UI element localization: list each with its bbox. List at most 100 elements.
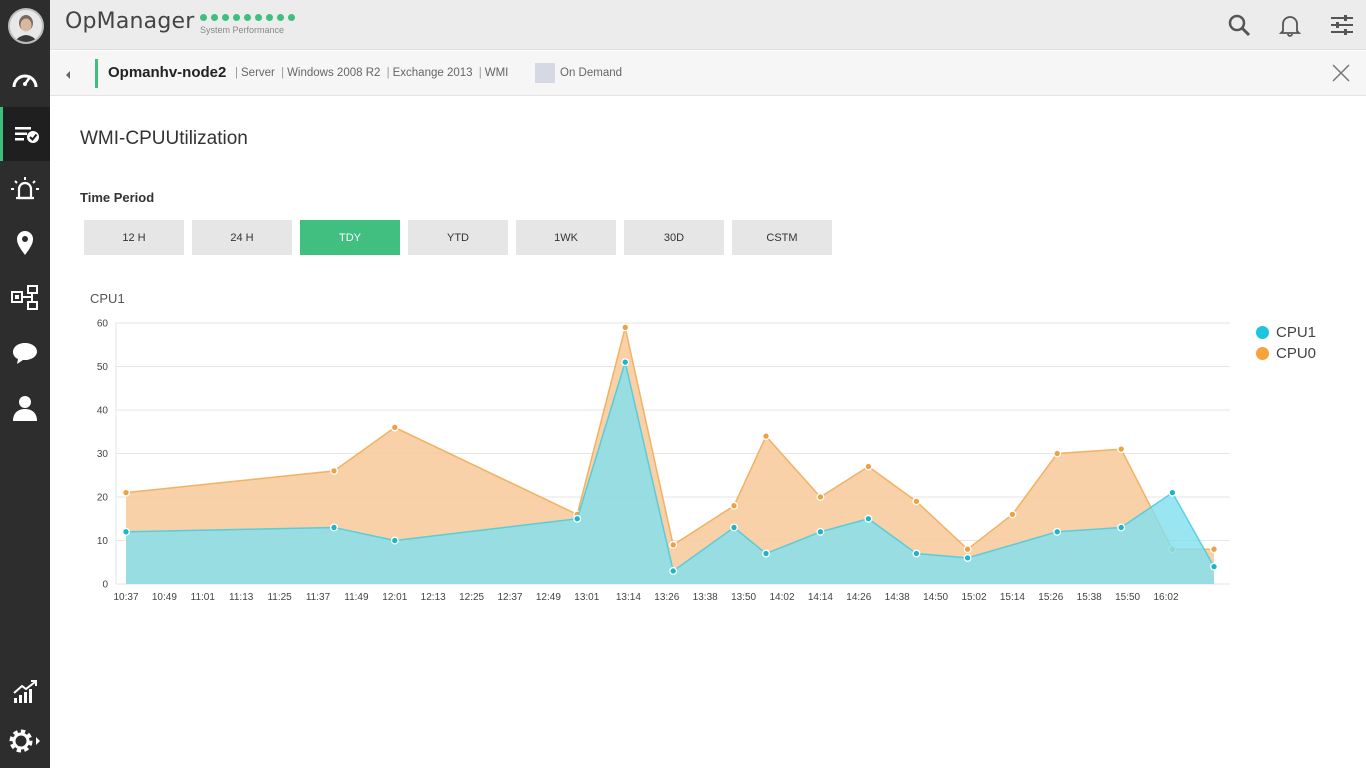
y-tick-label: 40 bbox=[97, 406, 109, 417]
x-tick-label: 14:26 bbox=[846, 592, 871, 603]
status-dot bbox=[277, 14, 284, 21]
nav-alarms[interactable] bbox=[0, 162, 50, 216]
period-30d-button[interactable]: 30D bbox=[624, 220, 724, 255]
x-tick-label: 13:01 bbox=[574, 592, 599, 603]
app-title[interactable]: OpManager bbox=[65, 9, 195, 34]
chat-icon bbox=[13, 343, 37, 364]
separator: | bbox=[478, 67, 482, 79]
data-point-cpu0 bbox=[730, 501, 738, 510]
data-point-cpu1 bbox=[816, 527, 825, 536]
separator: | bbox=[235, 67, 238, 79]
user-icon bbox=[13, 396, 37, 421]
data-point-cpu1 bbox=[1053, 527, 1062, 536]
settings-gear-icon bbox=[9, 729, 40, 753]
close-icon bbox=[1332, 64, 1350, 82]
legend-label-cpu1: CPU1 bbox=[1276, 324, 1317, 341]
legend-label-cpu0: CPU0 bbox=[1276, 345, 1317, 362]
legend-item-cpu0[interactable]: CPU0 bbox=[1256, 343, 1316, 364]
x-tick-label: 15:14 bbox=[1000, 592, 1025, 603]
y-tick-label: 10 bbox=[97, 536, 109, 547]
caret-left-icon bbox=[66, 71, 70, 79]
y-tick-label: 20 bbox=[97, 493, 109, 504]
data-point-cpu1 bbox=[963, 553, 972, 562]
y-tick-label: 30 bbox=[97, 449, 109, 460]
data-point-cpu1 bbox=[573, 514, 582, 523]
period-today-button[interactable]: TDY bbox=[300, 220, 400, 255]
device-name[interactable]: Opmanhv-node2 bbox=[108, 64, 226, 81]
period-1wk-button[interactable]: 1WK bbox=[516, 220, 616, 255]
device-os: Windows 2008 R2 bbox=[287, 67, 381, 79]
nav-inventory[interactable] bbox=[0, 107, 50, 161]
x-tick-label: 15:38 bbox=[1077, 592, 1102, 603]
data-point-cpu0 bbox=[1053, 449, 1062, 458]
nav-dashboard[interactable] bbox=[0, 52, 50, 106]
user-avatar[interactable] bbox=[8, 8, 44, 44]
x-tick-label: 12:01 bbox=[382, 592, 407, 603]
nav-settings[interactable] bbox=[0, 714, 50, 768]
nav-maps[interactable] bbox=[0, 216, 50, 270]
status-dot bbox=[211, 14, 218, 21]
nav-workflow[interactable] bbox=[0, 271, 50, 325]
notifications-button[interactable] bbox=[1278, 13, 1302, 37]
data-point-cpu1 bbox=[669, 567, 678, 575]
y-tick-label: 50 bbox=[97, 362, 109, 373]
data-point-cpu1 bbox=[122, 527, 130, 536]
sliders-icon bbox=[1331, 15, 1353, 35]
maps-location-icon bbox=[17, 231, 33, 255]
chart-legend: CPU1 CPU0 bbox=[1256, 322, 1316, 364]
data-point-cpu1 bbox=[1210, 562, 1218, 571]
close-button[interactable] bbox=[1332, 64, 1350, 87]
y-tick-label: 0 bbox=[102, 580, 108, 591]
device-accent-bar bbox=[95, 59, 98, 88]
data-point-cpu1 bbox=[762, 549, 770, 558]
filter-settings-button[interactable] bbox=[1330, 13, 1354, 37]
time-period-label: Time Period bbox=[80, 190, 155, 205]
x-tick-label: 11:25 bbox=[267, 592, 292, 603]
nav-user[interactable] bbox=[0, 381, 50, 435]
data-point-cpu0 bbox=[122, 488, 130, 497]
alarms-icon bbox=[11, 177, 39, 200]
on-demand-label[interactable]: On Demand bbox=[560, 67, 622, 79]
x-tick-label: 13:14 bbox=[616, 592, 641, 603]
dashboard-gauge-icon bbox=[12, 74, 38, 88]
status-dot bbox=[288, 14, 295, 21]
x-tick-label: 12:25 bbox=[459, 592, 484, 603]
sidebar bbox=[0, 0, 50, 768]
bell-icon bbox=[1278, 16, 1302, 37]
nav-chat[interactable] bbox=[0, 326, 50, 380]
y-tick-label: 60 bbox=[97, 319, 109, 330]
x-tick-label: 12:49 bbox=[536, 592, 561, 603]
period-12h-button[interactable]: 12 H bbox=[84, 220, 184, 255]
x-tick-label: 11:49 bbox=[344, 592, 369, 603]
device-meta: | Server | Windows 2008 R2 | Exchange 2013 … bbox=[232, 67, 508, 79]
x-tick-label: 11:37 bbox=[306, 592, 331, 603]
data-point-cpu1 bbox=[864, 514, 873, 523]
chart-title: CPU1 bbox=[90, 291, 125, 306]
x-tick-label: 11:01 bbox=[191, 592, 216, 603]
data-point-cpu1 bbox=[330, 523, 338, 532]
cpu-utilization-chart: 0 10 20 30 40 50 60 10:37 10:49 11:01 11:13 11:25 11… bbox=[97, 319, 1230, 603]
status-dot bbox=[200, 14, 207, 21]
legend-swatch-cpu1 bbox=[1256, 326, 1269, 339]
data-point-cpu0 bbox=[963, 545, 972, 554]
data-point-cpu0 bbox=[1210, 545, 1218, 554]
back-button[interactable] bbox=[64, 67, 72, 85]
period-custom-button[interactable]: CSTM bbox=[732, 220, 832, 255]
period-24h-button[interactable]: 24 H bbox=[192, 220, 292, 255]
search-icon bbox=[1228, 14, 1251, 37]
device-protocol: WMI bbox=[484, 67, 509, 79]
nav-reports[interactable] bbox=[0, 665, 50, 719]
workflow-icon bbox=[11, 285, 38, 310]
data-point-cpu1 bbox=[912, 549, 921, 558]
on-demand-checkbox[interactable] bbox=[535, 63, 555, 83]
x-tick-label: 10:49 bbox=[152, 592, 177, 603]
x-tick-label: 16:02 bbox=[1153, 592, 1178, 603]
data-point-cpu0 bbox=[816, 493, 825, 501]
search-button[interactable] bbox=[1227, 13, 1251, 37]
x-tick-label: 15:50 bbox=[1115, 592, 1140, 603]
period-ytd-button[interactable]: YTD bbox=[408, 220, 508, 255]
status-dots bbox=[200, 14, 295, 21]
legend-item-cpu1[interactable]: CPU1 bbox=[1256, 322, 1316, 343]
x-tick-label: 14:50 bbox=[923, 592, 948, 603]
x-tick-label: 13:38 bbox=[693, 592, 718, 603]
